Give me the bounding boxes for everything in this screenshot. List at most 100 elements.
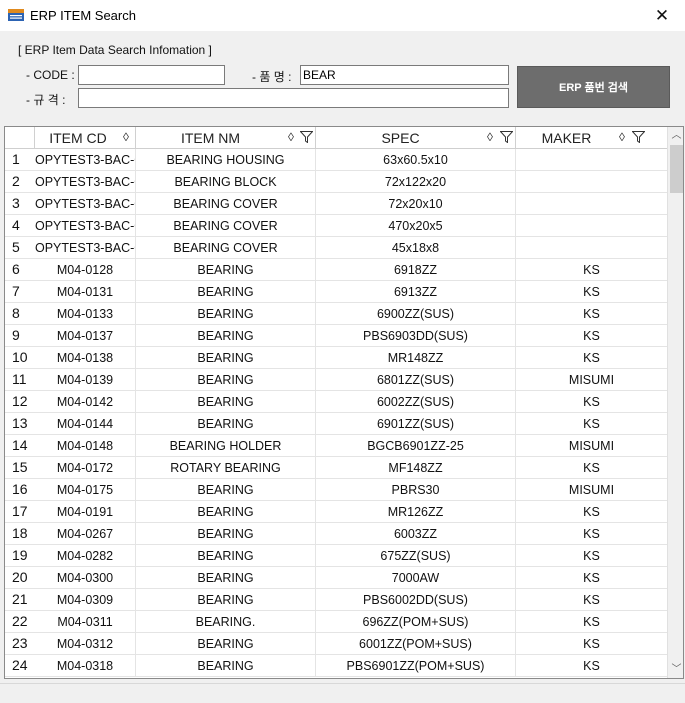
- cell-item-cd[interactable]: M04-0175: [35, 479, 136, 501]
- row-number[interactable]: 16: [5, 479, 35, 501]
- cell-spec[interactable]: 72x122x20: [316, 171, 516, 193]
- cell-item-nm[interactable]: BEARING: [136, 413, 316, 435]
- table-row[interactable]: 22 M04-0311 BEARING. 696ZZ(POM+SUS) KS: [5, 611, 667, 633]
- cell-item-cd[interactable]: OPYTEST3-BAC-00: [35, 171, 136, 193]
- cell-spec[interactable]: 72x20x10: [316, 193, 516, 215]
- table-row[interactable]: 8 M04-0133 BEARING 6900ZZ(SUS) KS: [5, 303, 667, 325]
- cell-item-nm[interactable]: BEARING: [136, 281, 316, 303]
- cell-item-cd[interactable]: M04-0267: [35, 523, 136, 545]
- cell-item-nm[interactable]: BEARING COVER: [136, 237, 316, 259]
- cell-maker[interactable]: [516, 171, 667, 193]
- sort-icon[interactable]: ◊: [619, 130, 625, 144]
- table-row[interactable]: 3OPYTEST3-BAC-00BEARING COVER72x20x10: [5, 193, 667, 215]
- cell-item-nm[interactable]: BEARING COVER: [136, 193, 316, 215]
- cell-spec[interactable]: MR126ZZ: [316, 501, 516, 523]
- code-input[interactable]: [78, 65, 225, 85]
- table-row[interactable]: 7 M04-0131 BEARING 6913ZZ KS: [5, 281, 667, 303]
- cell-item-cd[interactable]: M04-0300: [35, 567, 136, 589]
- cell-spec[interactable]: PBS6903DD(SUS): [316, 325, 516, 347]
- cell-spec[interactable]: 470x20x5: [316, 215, 516, 237]
- row-number[interactable]: 21: [5, 589, 35, 611]
- row-number[interactable]: 9: [5, 325, 35, 347]
- table-row[interactable]: 23 M04-0312 BEARING 6001ZZ(POM+SUS) KS: [5, 633, 667, 655]
- cell-item-nm[interactable]: BEARING BLOCK: [136, 171, 316, 193]
- cell-item-cd[interactable]: M04-0309: [35, 589, 136, 611]
- cell-spec[interactable]: 6801ZZ(SUS): [316, 369, 516, 391]
- cell-spec[interactable]: 696ZZ(POM+SUS): [316, 611, 516, 633]
- row-number[interactable]: 11: [5, 369, 35, 391]
- cell-maker[interactable]: KS: [516, 259, 667, 281]
- cell-spec[interactable]: BGCB6901ZZ-25: [316, 435, 516, 457]
- cell-maker[interactable]: MISUMI: [516, 479, 667, 501]
- cell-spec[interactable]: PBS6002DD(SUS): [316, 589, 516, 611]
- row-number[interactable]: 20: [5, 567, 35, 589]
- cell-maker[interactable]: KS: [516, 655, 667, 677]
- row-number[interactable]: 4: [5, 215, 35, 237]
- cell-maker[interactable]: KS: [516, 303, 667, 325]
- table-row[interactable]: 13 M04-0144 BEARING 6901ZZ(SUS) KS: [5, 413, 667, 435]
- cell-maker[interactable]: KS: [516, 391, 667, 413]
- cell-spec[interactable]: 45x18x8: [316, 237, 516, 259]
- row-number[interactable]: 14: [5, 435, 35, 457]
- cell-maker[interactable]: KS: [516, 611, 667, 633]
- scroll-thumb[interactable]: [670, 145, 683, 193]
- cell-item-nm[interactable]: BEARING: [136, 347, 316, 369]
- table-row[interactable]: 24 M04-0318 BEARING PBS6901ZZ(POM+SUS) KS: [5, 655, 667, 677]
- cell-spec[interactable]: 63x60.5x10: [316, 149, 516, 171]
- cell-item-cd[interactable]: M04-0131: [35, 281, 136, 303]
- cell-maker[interactable]: MISUMI: [516, 369, 667, 391]
- row-number[interactable]: 24: [5, 655, 35, 677]
- table-row[interactable]: 20 M04-0300 BEARING 7000AW KS: [5, 567, 667, 589]
- table-row[interactable]: 21 M04-0309 BEARING PBS6002DD(SUS) KS: [5, 589, 667, 611]
- cell-spec[interactable]: 6003ZZ: [316, 523, 516, 545]
- cell-maker[interactable]: [516, 193, 667, 215]
- table-row[interactable]: 1OPYTEST3-BAC-00BEARING HOUSING63x60.5x1…: [5, 149, 667, 171]
- row-number[interactable]: 19: [5, 545, 35, 567]
- cell-item-nm[interactable]: BEARING: [136, 303, 316, 325]
- erp-search-button[interactable]: ERP 품번 검색: [517, 66, 670, 108]
- row-number[interactable]: 13: [5, 413, 35, 435]
- cell-item-cd[interactable]: M04-0318: [35, 655, 136, 677]
- cell-item-cd[interactable]: M04-0312: [35, 633, 136, 655]
- cell-spec[interactable]: PBS6901ZZ(POM+SUS): [316, 655, 516, 677]
- cell-item-nm[interactable]: BEARING: [136, 545, 316, 567]
- cell-maker[interactable]: KS: [516, 347, 667, 369]
- scroll-up-arrow-icon[interactable]: ︿: [668, 127, 683, 144]
- cell-spec[interactable]: 6913ZZ: [316, 281, 516, 303]
- table-row[interactable]: 12 M04-0142 BEARING 6002ZZ(SUS) KS: [5, 391, 667, 413]
- row-number[interactable]: 8: [5, 303, 35, 325]
- cell-item-cd[interactable]: M04-0282: [35, 545, 136, 567]
- filter-icon[interactable]: [632, 131, 645, 143]
- cell-item-cd[interactable]: M04-0137: [35, 325, 136, 347]
- row-number[interactable]: 2: [5, 171, 35, 193]
- spec-input[interactable]: [78, 88, 509, 108]
- table-row[interactable]: 19 M04-0282 BEARING 675ZZ(SUS) KS: [5, 545, 667, 567]
- row-number[interactable]: 10: [5, 347, 35, 369]
- cell-item-cd[interactable]: M04-0148: [35, 435, 136, 457]
- cell-spec[interactable]: PBRS30: [316, 479, 516, 501]
- cell-item-nm[interactable]: BEARING: [136, 369, 316, 391]
- row-number[interactable]: 23: [5, 633, 35, 655]
- cell-item-cd[interactable]: OPYTEST3-BAC-00: [35, 237, 136, 259]
- cell-maker[interactable]: KS: [516, 281, 667, 303]
- table-row[interactable]: 18 M04-0267 BEARING 6003ZZ KS: [5, 523, 667, 545]
- cell-item-cd[interactable]: M04-0144: [35, 413, 136, 435]
- cell-spec[interactable]: 6918ZZ: [316, 259, 516, 281]
- row-number[interactable]: 5: [5, 237, 35, 259]
- column-header-item-cd[interactable]: ITEM CD ◊: [35, 127, 136, 149]
- row-number[interactable]: 17: [5, 501, 35, 523]
- cell-item-nm[interactable]: BEARING HOLDER: [136, 435, 316, 457]
- row-number[interactable]: 3: [5, 193, 35, 215]
- cell-spec[interactable]: MR148ZZ: [316, 347, 516, 369]
- cell-maker[interactable]: [516, 149, 667, 171]
- cell-spec[interactable]: 7000AW: [316, 567, 516, 589]
- cell-spec[interactable]: 675ZZ(SUS): [316, 545, 516, 567]
- cell-spec[interactable]: MF148ZZ: [316, 457, 516, 479]
- column-header-item-nm[interactable]: ITEM NM ◊: [136, 127, 316, 149]
- column-header-maker[interactable]: MAKER ◊: [516, 127, 667, 149]
- cell-item-nm[interactable]: BEARING: [136, 259, 316, 281]
- cell-item-nm[interactable]: BEARING: [136, 655, 316, 677]
- cell-spec[interactable]: 6002ZZ(SUS): [316, 391, 516, 413]
- filter-icon[interactable]: [500, 131, 513, 143]
- cell-item-cd[interactable]: M04-0311: [35, 611, 136, 633]
